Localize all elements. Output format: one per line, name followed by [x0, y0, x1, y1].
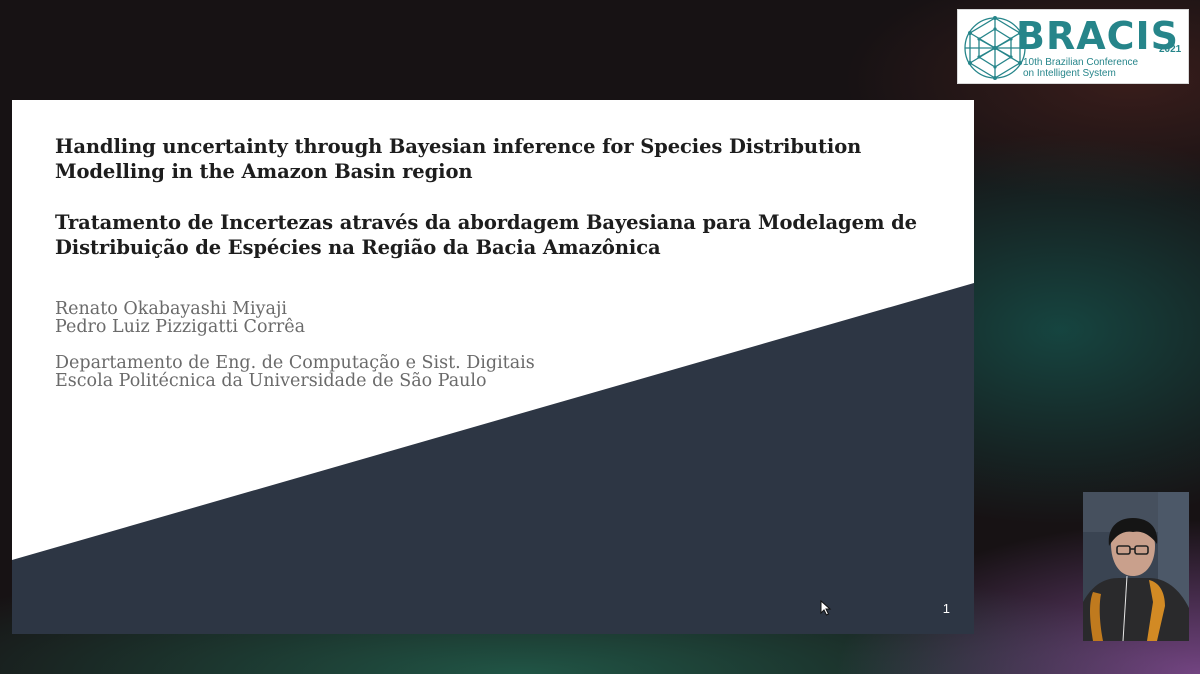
slide-affiliation: Departamento de Eng. de Computação e Sis… [55, 354, 914, 390]
affiliation-line-2: Escola Politécnica da Universidade de Sã… [55, 371, 487, 391]
presenter-webcam [1083, 492, 1189, 641]
title-en-line-1: Handling uncertainty through Bayesian in… [55, 135, 862, 158]
presentation-slide: Handling uncertainty through Bayesian in… [12, 100, 974, 634]
slide-page-number: 1 [942, 601, 950, 616]
author-1: Renato Okabayashi Miyaji [55, 299, 287, 319]
presenter-video-feed [1083, 492, 1189, 641]
title-en-line-2: Modelling in the Amazon Basin region [55, 160, 473, 183]
logo-year: 2021 [1159, 44, 1182, 55]
logo-subtitle: 10th Brazilian Conference on Intelligent… [1023, 57, 1138, 79]
logo-wordmark: BRACIS [1016, 14, 1180, 58]
slide-title-portuguese: Tratamento de Incertezas através da abor… [55, 210, 917, 260]
slide-authors: Renato Okabayashi Miyaji Pedro Luiz Pizz… [55, 300, 914, 336]
bracis-logo: BRACIS 2021 10th Brazilian Conference on… [957, 9, 1189, 84]
title-pt-line-2: Distribuição de Espécies na Região da Ba… [55, 236, 661, 259]
mouse-pointer-icon [820, 600, 832, 616]
affiliation-line-1: Departamento de Eng. de Computação e Sis… [55, 353, 535, 373]
title-pt-line-1: Tratamento de Incertezas através da abor… [55, 211, 917, 234]
logo-subtitle-line-2: on Intelligent System [1023, 68, 1116, 79]
slide-title-english: Handling uncertainty through Bayesian in… [55, 134, 914, 184]
logo-subtitle-line-1: 10th Brazilian Conference [1023, 57, 1139, 68]
author-2: Pedro Luiz Pizzigatti Corrêa [55, 317, 305, 337]
